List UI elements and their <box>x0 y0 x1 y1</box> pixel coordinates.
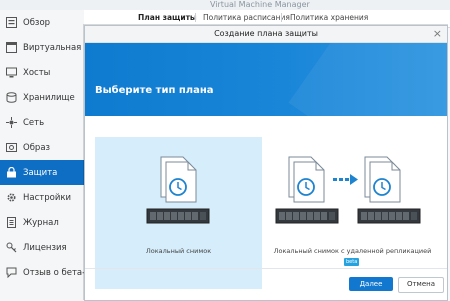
storage-icon <box>5 92 17 104</box>
sidebar-item-label: Сеть <box>23 117 45 128</box>
beta-badge: beta <box>344 258 360 266</box>
tab-schedule-policy[interactable]: Политика расписания <box>203 13 290 22</box>
footer-divider <box>85 268 447 269</box>
option-label: Локальный снимок <box>145 247 212 255</box>
sidebar-item-feedback[interactable]: Отзыв о бета-ве <box>0 260 84 285</box>
feedback-icon <box>5 267 17 279</box>
sidebar-item-label: Лицензия <box>23 242 67 253</box>
tab-divider <box>281 13 282 22</box>
sidebar-item-hosts[interactable]: Хосты <box>0 60 84 85</box>
option-local-snapshot[interactable]: Локальный снимок <box>95 137 262 289</box>
sidebar-item-protection[interactable]: Защита <box>0 160 84 185</box>
dialog-header: Создание плана защиты × <box>85 26 447 43</box>
image-icon <box>5 142 17 154</box>
sidebar-item-network[interactable]: Сеть <box>0 110 84 135</box>
sidebar-item-license[interactable]: Лицензия <box>0 235 84 260</box>
cancel-button[interactable]: Отмена <box>398 277 444 293</box>
tab-retention-policy[interactable]: Политика хранения <box>290 13 368 22</box>
sidebar-item-label: Хосты <box>23 67 51 78</box>
sidebar-item-log[interactable]: Журнал <box>0 210 84 235</box>
option-remote-replication[interactable]: Локальный снимок с удаленной репликацией… <box>269 137 436 289</box>
sidebar-item-label: Отзыв о бета-ве <box>23 267 84 278</box>
sidebar-item-label: Образ <box>23 142 51 153</box>
sidebar-item-image[interactable]: Образ <box>0 135 84 160</box>
sidebar: Обзор Виртуальная ма Хосты Хранилище Сет… <box>0 10 84 301</box>
sidebar-item-settings[interactable]: Настройки <box>0 185 84 210</box>
log-icon <box>5 217 17 229</box>
banner-decoration <box>288 43 447 116</box>
tab-divider <box>195 13 196 22</box>
host-icon <box>5 67 17 79</box>
overview-icon <box>5 17 17 29</box>
dialog-title: Создание плана защиты <box>214 29 318 38</box>
network-icon <box>5 117 17 129</box>
tab-protection-plan[interactable]: План защиты <box>138 13 197 22</box>
sidebar-item-label: Журнал <box>23 217 59 228</box>
app-title: Virtual Machine Manager <box>210 0 310 9</box>
create-protection-plan-dialog: Создание плана защиты × Выберите тип пла… <box>84 25 448 301</box>
app-titlebar: Virtual Machine Manager <box>0 0 450 10</box>
sidebar-item-label: Виртуальная ма <box>23 42 84 53</box>
sidebar-item-overview[interactable]: Обзор <box>0 10 84 35</box>
virtual-machine-icon <box>5 42 17 54</box>
sidebar-item-label: Настройки <box>23 192 72 203</box>
dialog-banner: Выберите тип плана <box>85 43 447 116</box>
dialog-heading: Выберите тип плана <box>95 85 214 96</box>
next-button[interactable]: Далее <box>349 277 393 291</box>
remote-replication-illustration <box>275 156 421 224</box>
protection-icon <box>5 167 17 179</box>
local-snapshot-illustration <box>146 156 210 224</box>
sidebar-item-storage[interactable]: Хранилище <box>0 85 84 110</box>
sidebar-item-label: Хранилище <box>23 92 75 103</box>
gear-icon <box>5 192 17 204</box>
license-icon <box>5 242 17 254</box>
option-label: Локальный снимок с удаленной репликацией <box>273 247 432 255</box>
sidebar-item-label: Обзор <box>23 17 51 28</box>
sidebar-item-label: Защита <box>23 167 58 178</box>
close-icon[interactable]: × <box>433 27 442 40</box>
sidebar-item-virtual-machine[interactable]: Виртуальная ма <box>0 35 84 60</box>
